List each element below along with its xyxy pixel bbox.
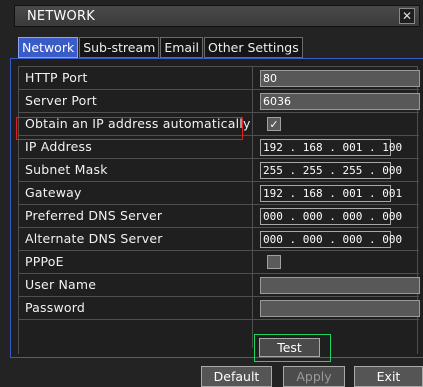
row-gateway: Gateway 192 . 168 . 001 . 001 (19, 182, 419, 205)
tab-network[interactable]: Network (18, 37, 79, 58)
tab-bar: Network Sub-stream Email Other Settings (18, 37, 304, 58)
ip-address-input[interactable]: 192 . 168 . 001 . 100 (260, 139, 402, 156)
pppoe-checkbox[interactable] (267, 255, 281, 269)
column-divider (252, 251, 253, 274)
column-divider (252, 90, 253, 113)
column-divider (252, 67, 253, 90)
close-icon[interactable]: ✕ (399, 8, 415, 24)
row-password: Password (19, 297, 420, 320)
preferred-dns-label: Preferred DNS Server (25, 208, 163, 223)
row-subnet-mask: Subnet Mask 255 . 255 . 255 . 000 (19, 159, 419, 182)
tab-other-settings[interactable]: Other Settings (204, 37, 303, 58)
gateway-input[interactable]: 192 . 168 . 001 . 001 (260, 185, 402, 202)
column-divider (252, 113, 253, 136)
column-divider (252, 274, 253, 297)
row-server-port: Server Port 6036 (19, 90, 420, 113)
obtain-ip-label: Obtain an IP address automatically (25, 116, 251, 131)
row-preferred-dns: Preferred DNS Server 000 . 000 . 000 . 0… (19, 205, 419, 228)
column-divider (252, 228, 253, 251)
pppoe-label: PPPoE (25, 254, 64, 269)
gateway-label: Gateway (25, 185, 82, 200)
title-bar: NETWORK ✕ (14, 5, 420, 27)
user-name-input[interactable] (260, 277, 420, 294)
user-name-label: User Name (25, 277, 97, 292)
column-divider (252, 182, 253, 205)
row-test (19, 320, 419, 348)
password-input[interactable] (260, 300, 420, 317)
column-divider (252, 136, 253, 159)
dialog-title: NETWORK (27, 9, 95, 24)
row-obtain-ip: Obtain an IP address automatically ✓ (19, 113, 419, 136)
obtain-ip-checkbox[interactable]: ✓ (267, 117, 281, 131)
subnet-mask-label: Subnet Mask (25, 162, 108, 177)
password-label: Password (25, 300, 85, 315)
row-ip-address: IP Address 192 . 168 . 001 . 100 (19, 136, 419, 159)
column-divider (252, 297, 253, 320)
alternate-dns-label: Alternate DNS Server (25, 231, 163, 246)
row-alternate-dns: Alternate DNS Server 000 . 000 . 000 . 0… (19, 228, 419, 251)
subnet-mask-input[interactable]: 255 . 255 . 255 . 000 (260, 162, 402, 179)
test-button[interactable]: Test (259, 338, 320, 357)
column-divider (252, 205, 253, 228)
tab-sub-stream[interactable]: Sub-stream (79, 37, 160, 58)
tab-email[interactable]: Email (160, 37, 203, 58)
column-divider (252, 159, 253, 182)
settings-grid: HTTP Port 80 Server Port 6036 Obtain an … (18, 66, 420, 354)
http-port-input[interactable]: 80 (260, 70, 420, 87)
ip-address-label: IP Address (25, 139, 92, 154)
alternate-dns-input[interactable]: 000 . 000 . 000 . 000 (260, 231, 402, 248)
row-user-name: User Name (19, 274, 420, 297)
row-http-port: HTTP Port 80 (19, 67, 420, 90)
default-button[interactable]: Default (201, 366, 272, 387)
network-settings-panel: HTTP Port 80 Server Port 6036 Obtain an … (10, 58, 423, 358)
column-divider (252, 320, 253, 348)
preferred-dns-input[interactable]: 000 . 000 . 000 . 000 (260, 208, 402, 225)
apply-button[interactable]: Apply (283, 366, 345, 387)
server-port-input[interactable]: 6036 (260, 93, 420, 110)
exit-button[interactable]: Exit (354, 366, 423, 387)
row-pppoe: PPPoE (19, 251, 419, 274)
server-port-label: Server Port (25, 93, 97, 108)
http-port-label: HTTP Port (25, 70, 88, 85)
network-dialog: NETWORK ✕ Network Sub-stream Email Other… (0, 0, 423, 387)
